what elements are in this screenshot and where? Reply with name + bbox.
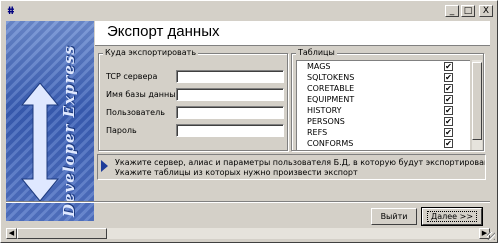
- tables-group-title: Таблицы: [296, 48, 337, 58]
- horizontal-scrollbar[interactable]: ◀ ▶: [6, 228, 490, 239]
- export-target-group: Куда экспортировать TCP сервера Имя базы…: [98, 48, 288, 151]
- resize-grip-icon[interactable]: [487, 232, 495, 240]
- password-input[interactable]: [176, 124, 284, 137]
- page-title: Экспорт данных: [107, 23, 220, 40]
- exit-button[interactable]: Выйти: [371, 208, 417, 225]
- database-name-input[interactable]: [176, 88, 284, 101]
- footer-divider: [6, 201, 490, 203]
- tcp-server-label: TCP сервера: [106, 72, 158, 81]
- app-icon[interactable]: ⵌ: [7, 6, 21, 18]
- info-line-2: Укажите таблицы из которых нужно произве…: [115, 168, 358, 177]
- maximize-button[interactable]: □: [461, 5, 475, 17]
- caption-buttons: _ □ X: [445, 5, 493, 17]
- minimize-button[interactable]: _: [445, 5, 459, 17]
- table-checkbox[interactable]: ✔: [444, 62, 453, 71]
- table-row[interactable]: CONFORMS ✔: [297, 138, 470, 149]
- table-row[interactable]: EQUIPMENT ✔: [297, 94, 470, 105]
- export-target-group-title: Куда экспортировать: [103, 48, 199, 58]
- password-label: Пароль: [106, 126, 137, 135]
- table-row[interactable]: HISTORY ✔: [297, 105, 470, 116]
- table-name: HISTORY: [307, 106, 342, 115]
- tables-vertical-scrollbar[interactable]: [471, 60, 482, 150]
- info-line-1: Укажите сервер, алиас и параметры пользо…: [115, 158, 485, 167]
- export-wizard-window: ⵌ _ □ X Developer Express Экспорт данных…: [0, 0, 498, 243]
- table-checkbox[interactable]: ✔: [444, 73, 453, 82]
- table-name: SQLTOKENS: [307, 73, 355, 82]
- close-button[interactable]: X: [479, 5, 493, 17]
- wizard-banner-image: Developer Express: [6, 21, 94, 221]
- table-row[interactable]: MAGS ✔: [297, 61, 470, 72]
- table-row[interactable]: PERSONS ✔: [297, 116, 470, 127]
- table-checkbox[interactable]: ✔: [444, 95, 453, 104]
- table-name: MAGS: [307, 62, 331, 71]
- table-name: REFS: [307, 128, 328, 137]
- tcp-server-input[interactable]: [176, 70, 284, 83]
- table-name: EQUIPMENT: [307, 95, 355, 104]
- user-input[interactable]: [176, 106, 284, 119]
- horizontal-scroll-thumb[interactable]: [17, 228, 107, 239]
- tables-checklist[interactable]: MAGS ✔ SQLTOKENS ✔ CORETABLE ✔ EQUIPMENT…: [296, 60, 470, 150]
- table-row[interactable]: SQLTOKENS ✔: [297, 72, 470, 83]
- table-name: CORETABLE: [307, 84, 355, 93]
- tables-scroll-thumb[interactable]: [472, 62, 482, 140]
- table-name: PERSONS: [307, 117, 345, 126]
- table-row[interactable]: CORETABLE ✔: [297, 83, 470, 94]
- scroll-left-icon[interactable]: ◀: [6, 228, 17, 239]
- table-row[interactable]: REFS ✔: [297, 127, 470, 138]
- table-checkbox[interactable]: ✔: [444, 128, 453, 137]
- header-panel: Экспорт данных: [95, 21, 490, 45]
- next-button[interactable]: Далее >>: [421, 207, 483, 226]
- header-divider: [95, 45, 490, 46]
- info-panel: Укажите сервер, алиас и параметры пользо…: [97, 154, 486, 180]
- database-name-label: Имя базы данных: [106, 90, 181, 99]
- table-checkbox[interactable]: ✔: [444, 139, 453, 148]
- user-label: Пользователь: [106, 108, 165, 117]
- next-button-label: Далее >>: [426, 211, 478, 222]
- banner-brand-text: Developer Express: [60, 45, 78, 217]
- table-checkbox[interactable]: ✔: [444, 106, 453, 115]
- table-checkbox[interactable]: ✔: [444, 84, 453, 93]
- info-arrow-icon: [101, 160, 108, 172]
- table-checkbox[interactable]: ✔: [444, 117, 453, 126]
- table-name: CONFORMS: [307, 139, 354, 148]
- tables-group: Таблицы MAGS ✔ SQLTOKENS ✔ CORETABLE ✔ E…: [291, 48, 484, 151]
- double-arrow-icon: [20, 83, 60, 201]
